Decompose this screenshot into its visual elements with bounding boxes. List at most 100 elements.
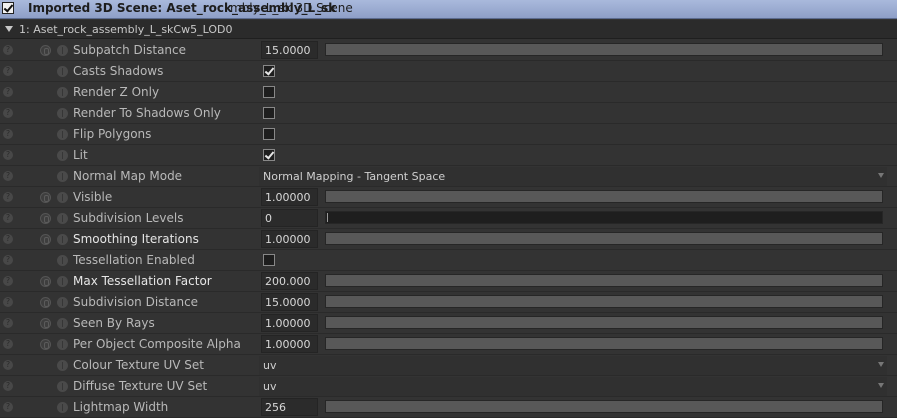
value-field[interactable]: 256 bbox=[261, 398, 318, 416]
animate-icon[interactable] bbox=[57, 192, 68, 203]
animate-icon[interactable] bbox=[57, 360, 68, 371]
animate-icon[interactable] bbox=[57, 129, 68, 140]
link-icon[interactable] bbox=[40, 276, 51, 287]
value-slider[interactable] bbox=[325, 400, 883, 413]
animate-icon[interactable] bbox=[57, 45, 68, 56]
help-icon[interactable]: ? bbox=[3, 150, 13, 160]
slider-fill bbox=[326, 191, 882, 202]
property-label: Per Object Composite Alpha bbox=[73, 337, 241, 351]
value-field[interactable]: 1.00000 bbox=[261, 314, 318, 332]
slider-fill bbox=[326, 44, 882, 55]
help-icon[interactable]: ? bbox=[3, 213, 13, 223]
link-icon[interactable] bbox=[40, 297, 51, 308]
animate-icon[interactable] bbox=[57, 171, 68, 182]
value-slider[interactable] bbox=[325, 274, 883, 287]
help-icon[interactable]: ? bbox=[3, 66, 13, 76]
property-row: ? Diffuse Texture UV Set uv bbox=[0, 376, 897, 397]
slider-fill bbox=[326, 401, 882, 412]
help-icon[interactable]: ? bbox=[3, 339, 13, 349]
value-slider[interactable] bbox=[325, 43, 883, 56]
animate-icon[interactable] bbox=[57, 255, 68, 266]
value-slider[interactable] bbox=[325, 211, 883, 224]
link-icon[interactable] bbox=[40, 192, 51, 203]
slider-handle[interactable] bbox=[327, 213, 328, 222]
animate-icon[interactable] bbox=[57, 381, 68, 392]
link-icon[interactable] bbox=[40, 45, 51, 56]
animate-icon[interactable] bbox=[57, 108, 68, 119]
scene-enabled-checkbox[interactable] bbox=[2, 2, 14, 14]
help-icon[interactable]: ? bbox=[3, 171, 13, 181]
property-dropdown[interactable]: uv bbox=[259, 377, 887, 396]
help-icon[interactable]: ? bbox=[3, 192, 13, 202]
help-icon[interactable]: ? bbox=[3, 108, 13, 118]
link-icon[interactable] bbox=[40, 234, 51, 245]
chevron-down-icon[interactable] bbox=[878, 362, 884, 367]
slider-fill bbox=[326, 317, 882, 328]
property-label: Seen By Rays bbox=[73, 316, 155, 330]
value-field[interactable]: 1.00000 bbox=[261, 230, 318, 248]
property-row: ? Max Tessellation Factor 200.000 bbox=[0, 271, 897, 292]
value-field[interactable]: 200.000 bbox=[261, 272, 318, 290]
help-icon[interactable]: ? bbox=[3, 360, 13, 370]
slider-fill bbox=[326, 338, 882, 349]
help-icon[interactable]: ? bbox=[3, 234, 13, 244]
animate-icon[interactable] bbox=[57, 87, 68, 98]
dropdown-value: Normal Mapping - Tangent Space bbox=[263, 170, 446, 183]
chevron-down-icon[interactable] bbox=[878, 383, 884, 388]
help-icon[interactable]: ? bbox=[3, 381, 13, 391]
property-checkbox[interactable] bbox=[263, 107, 275, 119]
property-checkbox[interactable] bbox=[263, 86, 275, 98]
property-row: ? Casts Shadows bbox=[0, 61, 897, 82]
group-header[interactable]: 1: Aset_rock_assembly_L_skCw5_LOD0 bbox=[0, 20, 897, 39]
property-dropdown[interactable]: Normal Mapping - Tangent Space bbox=[259, 167, 887, 186]
property-label: Visible bbox=[73, 190, 113, 204]
property-checkbox[interactable] bbox=[263, 128, 275, 140]
value-slider[interactable] bbox=[325, 232, 883, 245]
animate-icon[interactable] bbox=[57, 297, 68, 308]
animate-icon[interactable] bbox=[57, 66, 68, 77]
property-checkbox[interactable] bbox=[263, 254, 275, 266]
property-label: Max Tessellation Factor bbox=[73, 274, 212, 288]
value-slider[interactable] bbox=[325, 316, 883, 329]
property-row: ? Subpatch Distance 15.0000 bbox=[0, 40, 897, 61]
property-dropdown[interactable]: uv bbox=[259, 356, 887, 375]
animate-icon[interactable] bbox=[57, 318, 68, 329]
property-label: Normal Map Mode bbox=[73, 169, 183, 183]
animate-icon[interactable] bbox=[57, 402, 68, 413]
value-field[interactable]: 1.00000 bbox=[261, 188, 318, 206]
property-row: ? Lightmap Width 256 bbox=[0, 397, 897, 418]
value-field[interactable]: 1.00000 bbox=[261, 335, 318, 353]
value-slider[interactable] bbox=[325, 190, 883, 203]
value-field[interactable]: 15.0000 bbox=[261, 41, 318, 59]
value-slider[interactable] bbox=[325, 337, 883, 350]
animate-icon[interactable] bbox=[57, 150, 68, 161]
property-checkbox[interactable] bbox=[263, 149, 275, 161]
help-icon[interactable]: ? bbox=[3, 255, 13, 265]
property-row: ? Subdivision Distance 15.0000 bbox=[0, 292, 897, 313]
value-slider[interactable] bbox=[325, 295, 883, 308]
animate-icon[interactable] bbox=[57, 213, 68, 224]
group-label: 1: Aset_rock_assembly_L_skCw5_LOD0 bbox=[19, 23, 233, 36]
value-field[interactable]: 15.0000 bbox=[261, 293, 318, 311]
value-field[interactable]: 0 bbox=[261, 209, 318, 227]
help-icon[interactable]: ? bbox=[3, 318, 13, 328]
animate-icon[interactable] bbox=[57, 234, 68, 245]
property-label: Diffuse Texture UV Set bbox=[73, 379, 208, 393]
help-icon[interactable]: ? bbox=[3, 129, 13, 139]
property-row: ? Per Object Composite Alpha 1.00000 bbox=[0, 334, 897, 355]
chevron-down-icon[interactable] bbox=[878, 173, 884, 178]
animate-icon[interactable] bbox=[57, 276, 68, 287]
link-icon[interactable] bbox=[40, 213, 51, 224]
property-label: Subdivision Distance bbox=[73, 295, 199, 309]
help-icon[interactable]: ? bbox=[3, 45, 13, 55]
link-icon[interactable] bbox=[40, 318, 51, 329]
help-icon[interactable]: ? bbox=[3, 402, 13, 412]
help-icon[interactable]: ? bbox=[3, 276, 13, 286]
dropdown-value: uv bbox=[263, 359, 277, 372]
expand-triangle-icon[interactable] bbox=[5, 26, 13, 32]
help-icon[interactable]: ? bbox=[3, 297, 13, 307]
animate-icon[interactable] bbox=[57, 339, 68, 350]
link-icon[interactable] bbox=[40, 339, 51, 350]
help-icon[interactable]: ? bbox=[3, 87, 13, 97]
property-checkbox[interactable] bbox=[263, 65, 275, 77]
